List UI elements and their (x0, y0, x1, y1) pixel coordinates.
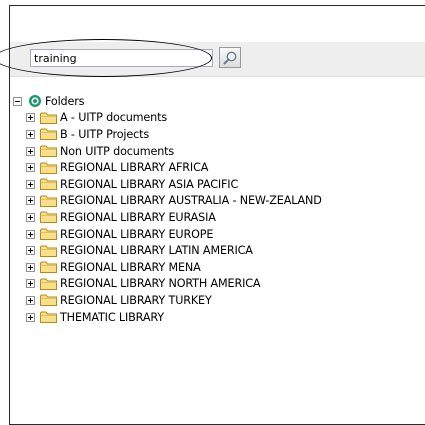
folder-icon (40, 211, 57, 224)
tree-item-label: REGIONAL LIBRARY EUROPE (60, 227, 214, 241)
folder-icon (40, 162, 57, 174)
tree-item[interactable]: REGIONAL LIBRARY ASIA PACIFIC (13, 176, 322, 193)
expand-toggle[interactable] (26, 212, 35, 222)
expand-toggle[interactable] (26, 196, 35, 206)
tree-root-label: Folders (45, 94, 85, 108)
tree-root[interactable]: Folders (13, 93, 322, 110)
folder-icon (40, 128, 57, 141)
expand-toggle[interactable] (26, 129, 35, 139)
search-input[interactable] (30, 49, 213, 67)
tree-item[interactable]: Non UITP documents (13, 143, 322, 160)
tree-item-label: REGIONAL LIBRARY AUSTRALIA - NEW-ZEALAND (60, 194, 322, 208)
expand-toggle[interactable] (26, 246, 35, 256)
folder-icon (40, 261, 57, 274)
tree-item-label: A - UITP documents (60, 111, 168, 125)
expand-toggle[interactable] (26, 146, 35, 156)
expand-toggle[interactable] (26, 312, 35, 322)
expand-toggle[interactable] (26, 279, 35, 289)
folder-icon (40, 294, 57, 307)
tree-item-label: B - UITP Projects (60, 127, 150, 141)
expand-toggle[interactable] (26, 295, 35, 305)
folder-icon (40, 245, 57, 257)
expand-toggle[interactable] (26, 179, 35, 189)
folder-icon (40, 228, 57, 241)
tree-item-label: THEMATIC LIBRARY (60, 310, 164, 324)
tree-item[interactable]: REGIONAL LIBRARY AFRICA (13, 159, 322, 176)
expand-toggle[interactable] (26, 113, 35, 123)
tree-item-label: REGIONAL LIBRARY MENA (60, 260, 201, 274)
tree-item[interactable]: REGIONAL LIBRARY MENA (13, 259, 322, 276)
folder-icon (40, 311, 57, 324)
tree-item[interactable]: REGIONAL LIBRARY LATIN AMERICA (13, 242, 322, 259)
tree-item-label: Non UITP documents (60, 144, 175, 158)
tree-item-label: REGIONAL LIBRARY TURKEY (60, 293, 212, 307)
tree-item[interactable]: REGIONAL LIBRARY NORTH AMERICA (13, 276, 322, 293)
tree-item-label: REGIONAL LIBRARY ASIA PACIFIC (60, 177, 239, 191)
tree-item[interactable]: REGIONAL LIBRARY EURASIA (13, 209, 322, 226)
search-button[interactable] (219, 47, 241, 68)
expand-toggle[interactable] (26, 262, 35, 272)
expand-toggle[interactable] (26, 229, 35, 239)
collapse-toggle[interactable] (13, 96, 22, 106)
tree-item[interactable]: REGIONAL LIBRARY AUSTRALIA - NEW-ZEALAND (13, 193, 322, 210)
folder-icon (40, 178, 57, 191)
folder-icon (40, 278, 57, 290)
tree-item[interactable]: B - UITP Projects (13, 126, 322, 143)
magnifier-icon (223, 51, 237, 65)
folder-tree: Folders A - UITP documents B - UITP Proje… (13, 93, 322, 325)
tree-item-label: REGIONAL LIBRARY EURASIA (60, 210, 216, 224)
tree-item[interactable]: THEMATIC LIBRARY (13, 309, 322, 326)
folder-icon (40, 112, 57, 124)
tree-item[interactable]: A - UITP documents (13, 110, 322, 127)
tree-item[interactable]: REGIONAL LIBRARY EUROPE (13, 226, 322, 243)
folder-icon (40, 145, 57, 158)
tree-item-label: REGIONAL LIBRARY AFRICA (60, 161, 209, 175)
tree-item-label: REGIONAL LIBRARY NORTH AMERICA (60, 277, 261, 291)
tree-item-label: REGIONAL LIBRARY LATIN AMERICA (60, 244, 253, 258)
folders-root-icon (29, 95, 41, 108)
folder-icon (40, 195, 57, 207)
tree-item[interactable]: REGIONAL LIBRARY TURKEY (13, 292, 322, 309)
expand-toggle[interactable] (26, 163, 35, 173)
